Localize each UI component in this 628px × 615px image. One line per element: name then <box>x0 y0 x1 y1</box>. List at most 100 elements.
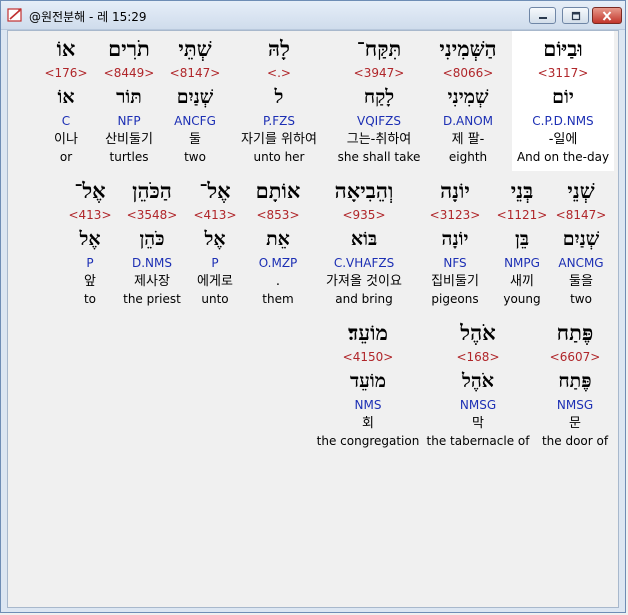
hebrew-word: אֹהֶל <box>460 320 496 345</box>
hebrew-word: לָהּ <box>268 36 290 61</box>
korean-gloss: 회 <box>362 416 374 431</box>
maximize-button[interactable] <box>562 7 589 24</box>
strong-number: <8147> <box>555 208 607 222</box>
word-cell-13[interactable]: אֶל־ <413> אֶל P 에게로 unto <box>190 173 240 313</box>
close-icon <box>602 10 612 21</box>
app-icon <box>7 8 22 22</box>
korean-gloss: 이나 <box>54 132 78 147</box>
strong-number: <.> <box>267 66 291 80</box>
word-cell-9[interactable]: בְּנֵי <1121> בֵּן NMPG 새끼 young <box>496 173 548 313</box>
parse-code: C.P.D.NMS <box>532 114 594 128</box>
word-cell-3[interactable]: תִּקַּח־ <3947> לָקַח VQIFZS 그는-취하여 she … <box>334 31 424 171</box>
minimize-icon <box>538 16 547 19</box>
lemma-word: תּוֹר <box>116 86 142 108</box>
word-cell-8[interactable]: שְׁנֵי <8147> שְׁנַיִם ANCMG 둘을 two <box>552 173 610 313</box>
parse-code: P <box>211 256 219 270</box>
lemma-word: אֶל <box>79 228 101 250</box>
parse-code: NMS <box>354 398 382 412</box>
parse-code: VQIFZS <box>357 114 401 128</box>
word-cell-14[interactable]: הַכֹּהֵן <3548> כֹּהֵן D.NMS 제사장 the pri… <box>118 173 186 313</box>
word-cell-12[interactable]: אוֹתָם <853> אֵת O.MZP . them <box>248 173 308 313</box>
strong-number: <8147> <box>169 66 221 80</box>
english-gloss: pigeons <box>431 292 479 306</box>
lemma-word: בֵּן <box>515 228 529 250</box>
lemma-word: כֹּהֵן <box>139 228 165 250</box>
strong-number: <168> <box>456 350 500 364</box>
hebrew-word: פֶּתַח <box>556 320 594 345</box>
app-window: @원전분해 - 레 15:29 וּבַיּוֹם <3117> יוֹם C.… <box>0 0 626 613</box>
strong-number: <3548> <box>126 208 178 222</box>
lemma-word: פֶּתַח <box>558 370 592 392</box>
korean-gloss: 둘을 <box>569 274 593 289</box>
korean-gloss: 막 <box>472 416 484 431</box>
word-cell-1[interactable]: וּבַיּוֹם <3117> יוֹם C.P.D.NMS -일에 And … <box>512 31 614 171</box>
english-gloss: young <box>503 292 541 306</box>
lemma-word: מוֹעֵד <box>349 370 386 392</box>
english-gloss: the priest <box>123 292 181 306</box>
minimize-button[interactable] <box>529 7 556 24</box>
word-cell-2[interactable]: הַשְּׁמִינִי <8066> שְׁמִינִי D.ANOM 제 팔… <box>423 31 513 171</box>
english-gloss: two <box>570 292 592 306</box>
word-cell-6[interactable]: תֹרִים <8449> תּוֹר NFP 산비둘기 turtles <box>96 31 162 171</box>
hebrew-word: וּבַיּוֹם <box>543 36 583 61</box>
hebrew-word: אֶל־ <box>74 178 106 203</box>
korean-gloss: 문 <box>569 416 581 431</box>
hebrew-word: אוֹ <box>56 36 76 61</box>
hebrew-word: יוֹנָה <box>440 178 470 203</box>
word-cell-5[interactable]: שְׁתֵּי <8147> שְׁנַיִם ANCFG 둘 two <box>168 31 222 171</box>
parse-code: ANCMG <box>558 256 604 270</box>
strong-number: <413> <box>193 208 237 222</box>
lemma-word: שְׁנַיִם <box>176 86 214 108</box>
parse-code: P <box>86 256 94 270</box>
strong-number: <176> <box>44 66 88 80</box>
word-cell-16[interactable]: פֶּתַח <6607> פֶּתַח NMSG 문 the door of <box>536 315 614 455</box>
hebrew-word: הַכֹּהֵן <box>132 178 172 203</box>
parse-code: NMPG <box>504 256 540 270</box>
lemma-word: לָקַח <box>363 86 395 108</box>
strong-number: <853> <box>256 208 300 222</box>
hebrew-word: אוֹתָם <box>255 178 301 203</box>
parse-code: D.NMS <box>131 256 172 270</box>
korean-gloss: 둘 <box>189 132 201 147</box>
word-cell-18[interactable]: מוֹעֵד׃ <4150> מוֹעֵד NMS 회 the congrega… <box>314 315 422 455</box>
english-gloss: unto her <box>253 150 305 164</box>
word-cell-15[interactable]: אֶל־ <413> אֶל P 앞 to <box>66 173 114 313</box>
hebrew-word: מוֹעֵד׃ <box>348 320 388 345</box>
close-button[interactable] <box>592 7 622 24</box>
english-gloss: and bring <box>335 292 393 306</box>
lemma-word: שְׁנַיִם <box>562 228 600 250</box>
lemma-word: בּוֹא <box>350 228 378 250</box>
english-gloss: to <box>83 292 97 306</box>
strong-number: <3117> <box>537 66 589 80</box>
interlinear-panel: וּבַיּוֹם <3117> יוֹם C.P.D.NMS -일에 And … <box>7 30 619 608</box>
korean-gloss: 산비둘기 <box>105 132 153 147</box>
english-gloss: turtles <box>109 150 149 164</box>
lemma-word: אֵת <box>266 228 290 250</box>
parse-code: NMSG <box>459 398 497 412</box>
korean-gloss: 에게로 <box>197 274 233 289</box>
strong-number: <413> <box>68 208 112 222</box>
hebrew-word: אֶל־ <box>199 178 231 203</box>
english-gloss: eighth <box>448 150 488 164</box>
korean-gloss: 가져올 것이요 <box>326 274 402 289</box>
hebrew-word: וְהֵבִיאָה <box>334 178 394 203</box>
english-gloss: And on the-day <box>516 150 610 164</box>
lemma-word: אֶל <box>204 228 226 250</box>
maximize-icon <box>571 11 580 20</box>
korean-gloss: 자기를 위하여 <box>241 132 317 147</box>
word-cell-10[interactable]: יוֹנָה <3123> יוֹנָה NFS 집비둘기 pigeons <box>418 173 492 313</box>
parse-code: NFS <box>443 256 467 270</box>
english-gloss: two <box>184 150 206 164</box>
title-bar[interactable]: @원전분해 - 레 15:29 <box>1 1 625 30</box>
korean-gloss: 집비둘기 <box>431 274 479 289</box>
word-cell-4[interactable]: לָהּ <.> ל P.FZS 자기를 위하여 unto her <box>230 31 328 171</box>
hebrew-word: שְׁנֵי <box>567 178 595 203</box>
word-cell-11[interactable]: וְהֵבִיאָה <935> בּוֹא C.VHAFZS 가져올 것이요 … <box>314 173 414 313</box>
word-cell-7[interactable]: אוֹ <176> אוֹ C 이나 or <box>42 31 90 171</box>
lemma-word: יוֹנָה <box>441 228 469 250</box>
word-cell-17[interactable]: אֹהֶל <168> אֹהֶל NMSG 막 the tabernacle … <box>424 315 532 455</box>
lemma-word: אֹהֶל <box>461 370 495 392</box>
hebrew-word: תִּקַּח־ <box>356 36 402 61</box>
strong-number: <8066> <box>442 66 494 80</box>
english-gloss: or <box>59 150 73 164</box>
